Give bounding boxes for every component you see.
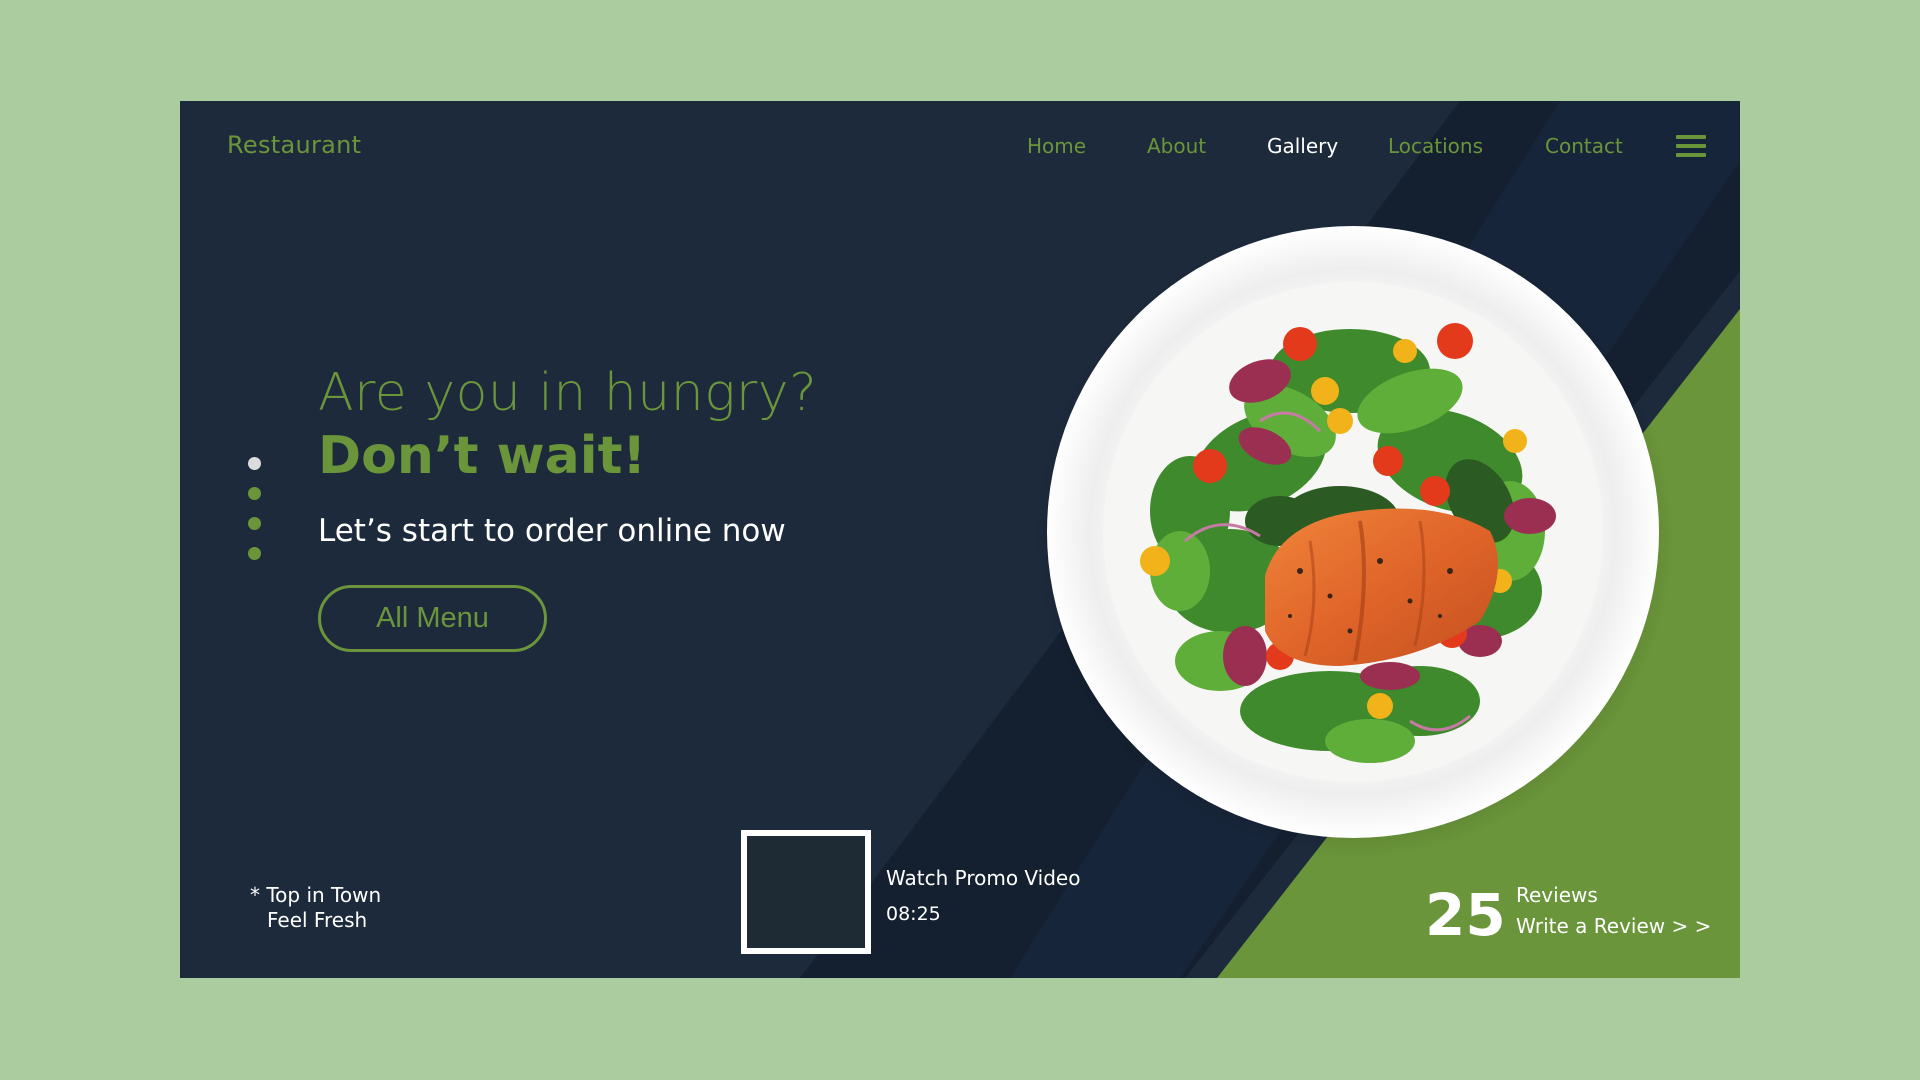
write-review-link[interactable]: Write a Review > > [1516,914,1711,938]
nav-contact[interactable]: Contact [1545,134,1623,158]
nav-gallery[interactable]: Gallery [1267,134,1338,158]
all-menu-button[interactable]: All Menu [318,585,547,652]
nav-about[interactable]: About [1147,134,1206,158]
slide-dot-2[interactable] [248,487,261,500]
hero-headline: Are you in hungry? [318,363,818,423]
nav-home[interactable]: Home [1027,134,1086,158]
slide-dot-4[interactable] [248,547,261,560]
tagline-line-2: Feel Fresh [267,908,368,932]
review-count: 25 [1425,881,1506,949]
hero-subline: Let’s start to order online now [318,513,786,549]
slide-indicator [248,457,262,567]
slide-dot-1[interactable] [248,457,261,470]
hamburger-menu-icon[interactable] [1676,135,1706,159]
review-label: Reviews [1516,883,1598,907]
hero-panel: Restaurant Home About Gallery Locations … [180,101,1740,978]
slide-dot-3[interactable] [248,517,261,530]
salad-plate-image [1033,218,1673,858]
promo-video-title[interactable]: Watch Promo Video [886,866,1080,890]
hero-headline-bold: Don’t wait! [318,426,647,486]
main-nav: Home About Gallery Locations Contact [180,134,1740,164]
tagline: * Top in Town Feel Fresh [250,883,381,933]
tagline-line-1: * Top in Town [250,883,382,907]
promo-video-duration: 08:25 [886,903,941,925]
nav-locations[interactable]: Locations [1388,134,1483,158]
promo-video-thumbnail[interactable] [741,830,871,954]
